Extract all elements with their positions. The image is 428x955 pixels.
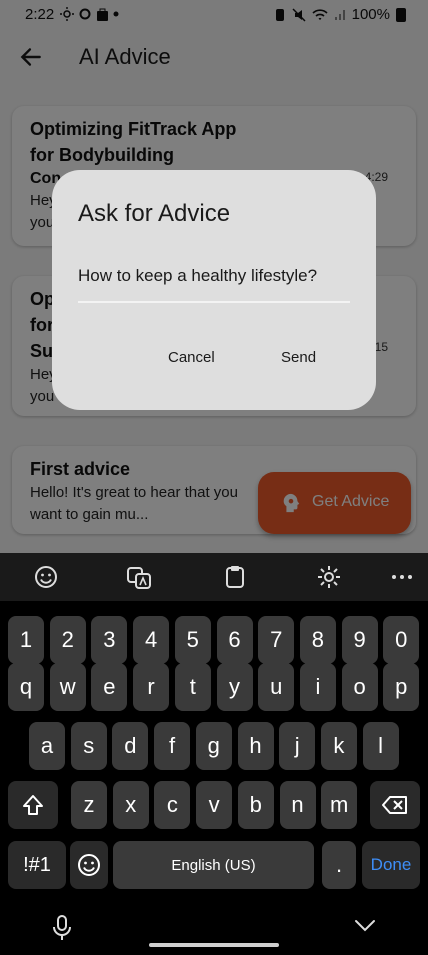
key-x[interactable]: x: [112, 781, 149, 829]
symbols-key[interactable]: !#1: [8, 841, 66, 889]
translate-icon[interactable]: [125, 563, 153, 591]
key-c[interactable]: c: [154, 781, 191, 829]
advice-question-input[interactable]: [78, 266, 350, 286]
key-w[interactable]: w: [49, 663, 86, 711]
key-q[interactable]: q: [8, 663, 44, 711]
key-u[interactable]: u: [258, 663, 295, 711]
send-button[interactable]: Send: [281, 349, 316, 366]
period-key[interactable]: .: [322, 841, 356, 889]
key-h[interactable]: h: [237, 722, 274, 770]
emoji-key[interactable]: [70, 841, 108, 889]
key-i[interactable]: i: [299, 663, 336, 711]
key-p[interactable]: p: [383, 663, 420, 711]
key-s[interactable]: s: [70, 722, 107, 770]
settings-icon[interactable]: [315, 563, 343, 591]
key-o[interactable]: o: [341, 663, 378, 711]
key-8[interactable]: 8: [299, 616, 336, 664]
cancel-button[interactable]: Cancel: [168, 349, 215, 366]
key-r[interactable]: r: [133, 663, 170, 711]
key-f[interactable]: f: [154, 722, 191, 770]
microphone-icon[interactable]: [52, 915, 72, 941]
key-g[interactable]: g: [195, 722, 232, 770]
space-key[interactable]: English (US): [113, 841, 314, 889]
input-underline: [78, 301, 350, 303]
hide-keyboard-icon[interactable]: [354, 919, 376, 933]
backspace-icon: [382, 796, 407, 814]
shift-key[interactable]: [8, 781, 58, 829]
key-3[interactable]: 3: [91, 616, 128, 664]
key-n[interactable]: n: [279, 781, 316, 829]
keyboard: 1234567890 qwertyuiop asdfghjkl zxcvbnm !#1…: [0, 553, 428, 955]
key-2[interactable]: 2: [49, 616, 86, 664]
key-k[interactable]: k: [320, 722, 357, 770]
key-v[interactable]: v: [196, 781, 233, 829]
key-a[interactable]: a: [29, 722, 65, 770]
key-6[interactable]: 6: [216, 616, 253, 664]
clipboard-icon[interactable]: [221, 563, 249, 591]
dialog-title: Ask for Advice: [78, 200, 231, 227]
key-y[interactable]: y: [216, 663, 253, 711]
key-9[interactable]: 9: [341, 616, 378, 664]
done-key[interactable]: Done: [362, 841, 420, 889]
key-l[interactable]: l: [362, 722, 399, 770]
key-4[interactable]: 4: [133, 616, 170, 664]
key-j[interactable]: j: [279, 722, 316, 770]
key-e[interactable]: e: [91, 663, 128, 711]
backspace-key[interactable]: [370, 781, 420, 829]
key-d[interactable]: d: [112, 722, 149, 770]
key-m[interactable]: m: [321, 781, 358, 829]
keyboard-toolbar: [0, 553, 428, 601]
emoji-icon[interactable]: [32, 563, 60, 591]
key-5[interactable]: 5: [174, 616, 211, 664]
home-indicator[interactable]: [149, 943, 279, 947]
more-icon[interactable]: [388, 563, 416, 591]
key-7[interactable]: 7: [258, 616, 295, 664]
key-t[interactable]: t: [174, 663, 211, 711]
app-screen: 2:22 100% AI Advice Optimizing FitTrack …: [0, 0, 428, 553]
shift-icon: [23, 795, 43, 815]
navigation-bar: [0, 903, 428, 955]
key-b[interactable]: b: [237, 781, 274, 829]
ask-advice-dialog: Ask for Advice Cancel Send: [52, 170, 376, 410]
key-0[interactable]: 0: [383, 616, 420, 664]
emoji-key-icon: [78, 854, 100, 876]
key-1[interactable]: 1: [8, 616, 44, 664]
key-z[interactable]: z: [71, 781, 107, 829]
